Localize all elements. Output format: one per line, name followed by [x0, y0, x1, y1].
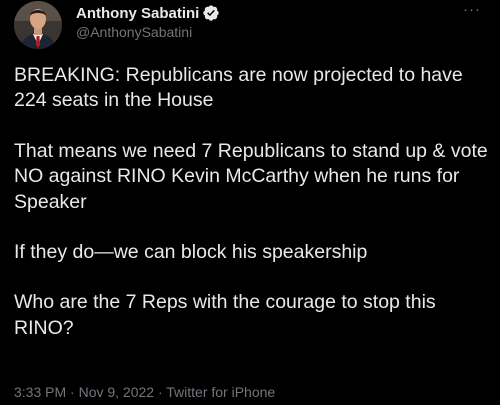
tweet-paragraph: If they do—we can block his speakership — [14, 241, 368, 264]
profile-photo-icon — [14, 1, 62, 49]
tweet-header: Anthony Sabatini @AnthonySabatini ··· — [14, 0, 486, 52]
tweet-paragraph: Who are the 7 Reps with the courage to s… — [14, 291, 436, 339]
tweet-card: Anthony Sabatini @AnthonySabatini ··· BR… — [0, 0, 500, 405]
tweet-text: BREAKING: Republicans are now projected … — [14, 63, 489, 341]
author-display-name[interactable]: Anthony Sabatini — [76, 5, 199, 22]
avatar[interactable] — [14, 1, 62, 49]
author-names: Anthony Sabatini @AnthonySabatini — [76, 2, 220, 40]
author-handle[interactable]: @AnthonySabatini — [76, 24, 220, 40]
tweet-paragraph: BREAKING: Republicans are now projected … — [14, 64, 463, 112]
tweet-timestamp[interactable]: 3:33 PM · Nov 9, 2022 · Twitter for iPho… — [14, 384, 275, 400]
verified-badge-icon — [202, 4, 220, 22]
more-options-icon[interactable]: ··· — [458, 0, 486, 24]
tweet-paragraph: That means we need 7 Republicans to stan… — [14, 139, 488, 213]
